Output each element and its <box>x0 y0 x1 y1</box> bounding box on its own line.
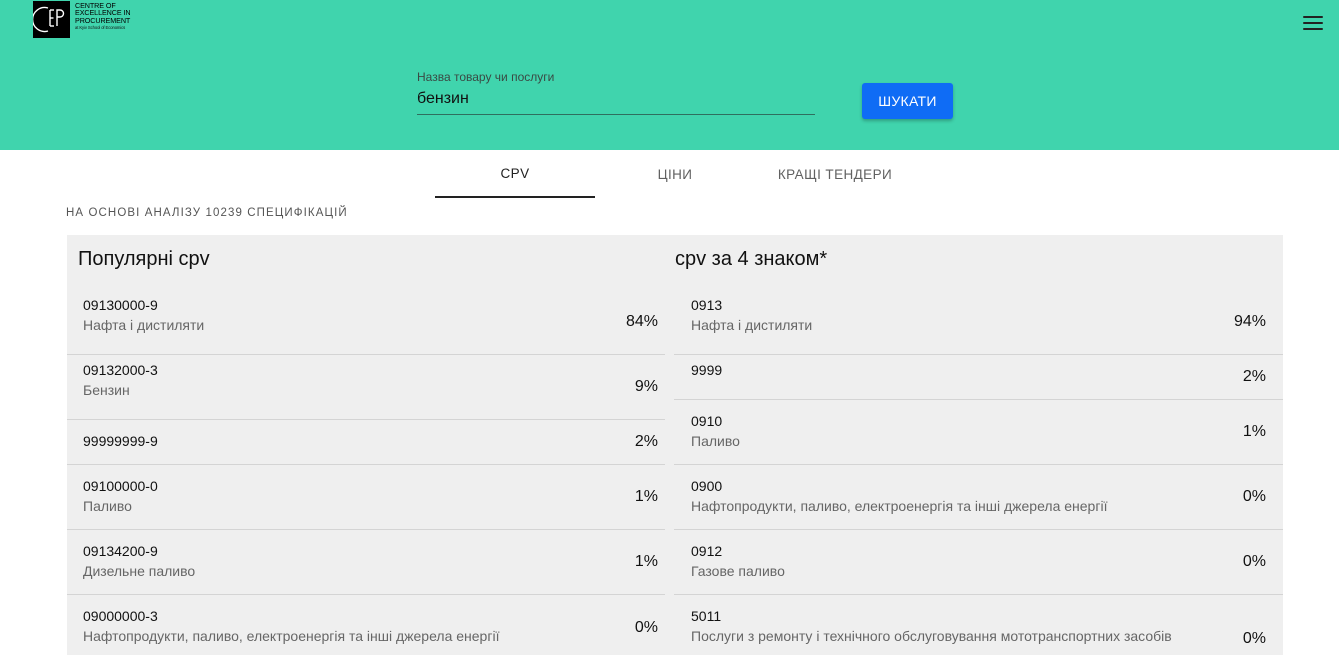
popular-cpv-title: Популярні cpv <box>78 248 210 270</box>
cpv-description: Дизельне паливо <box>83 563 196 579</box>
search-field: Назва товару чи послуги <box>417 70 815 115</box>
cpv-code: 0910 <box>691 413 723 429</box>
cpv-description: Бензин <box>83 382 130 398</box>
tab-prices[interactable]: ЦІНИ <box>595 150 755 198</box>
cep-logo[interactable]: CENTRE OF EXCELLENCE IN PROCUREMENT at K… <box>33 1 133 39</box>
app-header: CENTRE OF EXCELLENCE IN PROCUREMENT at K… <box>0 0 1339 150</box>
hamburger-menu-icon[interactable] <box>1303 16 1323 32</box>
cpv-row[interactable]: 9999 2% <box>674 355 1283 400</box>
cpv-code: 9999 <box>691 362 723 378</box>
cpv-row[interactable]: 5011 Послуги з ремонту і технічного обсл… <box>674 595 1283 660</box>
cpv-code: 5011 <box>691 608 722 624</box>
cpv-description: Нафта і дистиляти <box>691 317 813 333</box>
search-label: Назва товару чи послуги <box>417 70 555 84</box>
cpv-row[interactable]: 0900 Нафтопродукти, паливо, електроенерг… <box>674 465 1283 530</box>
logo-mark-icon <box>33 1 70 38</box>
analysis-caption: НА ОСНОВІ АНАЛІЗУ 10239 СПЕЦИФІКАЦІЙ <box>66 207 348 219</box>
tab-cpv[interactable]: CPV <box>435 150 595 198</box>
cpv-code: 09132000-3 <box>83 362 158 378</box>
cpv-percent: 9% <box>634 378 658 395</box>
cpv-description: Нафтопродукти, паливо, електроенергія та… <box>83 628 500 644</box>
cpv-row[interactable]: 09100000-0 Паливо 1% <box>67 465 665 530</box>
cpv-code: 0912 <box>691 543 723 559</box>
cpv-percent: 0% <box>1242 553 1266 570</box>
cpv-code: 09000000-3 <box>83 608 158 624</box>
logo-subtitle: at Kyiv School of Economics <box>75 25 126 31</box>
cpv-4-digit-title: cpv за 4 знаком* <box>675 248 828 270</box>
cpv-percent: 2% <box>634 433 658 450</box>
cpv-description: Газове паливо <box>691 563 785 579</box>
cpv-row[interactable]: 09130000-9 Нафта і дистиляти 84% <box>67 290 665 355</box>
cpv-row[interactable]: 09134200-9 Дизельне паливо 1% <box>67 530 665 595</box>
cpv-percent: 1% <box>634 553 658 570</box>
tabs-bar: CPV ЦІНИ КРАЩІ ТЕНДЕРИ <box>435 150 915 198</box>
cpv-code: 09130000-9 <box>83 297 158 313</box>
cpv-description: Паливо <box>691 433 740 449</box>
cpv-row[interactable]: 09132000-3 Бензин 9% <box>67 355 665 420</box>
cpv-description: Нафта і дистиляти <box>83 317 205 333</box>
cpv-code: 99999999-9 <box>83 433 158 449</box>
cpv-row[interactable]: 09000000-3 Нафтопродукти, паливо, електр… <box>67 595 665 660</box>
cpv-percent: 0% <box>634 619 658 636</box>
cpv-percent: 0% <box>1242 630 1266 647</box>
cpv-code: 0900 <box>691 478 723 494</box>
logo-text: CENTRE OF EXCELLENCE IN PROCUREMENT at K… <box>75 2 131 31</box>
cpv-percent: 2% <box>1242 368 1266 385</box>
cpv-percent: 84% <box>625 313 658 330</box>
cpv-code: 09134200-9 <box>83 543 158 559</box>
cpv-code: 0913 <box>691 297 723 313</box>
logo-line: PROCUREMENT <box>75 15 131 25</box>
cpv-row[interactable]: 0912 Газове паливо 0% <box>674 530 1283 595</box>
search-input[interactable] <box>417 90 815 115</box>
cpv-description: Паливо <box>83 498 132 514</box>
cpv-percent: 94% <box>1233 313 1266 330</box>
cpv-row[interactable]: 0913 Нафта і дистиляти 94% <box>674 290 1283 355</box>
cpv-row[interactable]: 99999999-9 2% <box>67 420 665 465</box>
cpv-description: Нафтопродукти, паливо, електроенергія та… <box>691 498 1108 514</box>
search-button[interactable]: ШУКАТИ <box>862 83 953 119</box>
cpv-code: 09100000-0 <box>83 478 158 494</box>
cpv-description: Послуги з ремонту і технічного обслугову… <box>691 628 1172 644</box>
cpv-percent: 1% <box>634 488 658 505</box>
cpv-4-digit-column: cpv за 4 знаком* 0913 Нафта і дистиляти … <box>674 235 1283 655</box>
cpv-panel: Популярні cpv 09130000-9 Нафта і дистиля… <box>67 235 1283 655</box>
cpv-percent: 1% <box>1242 423 1266 440</box>
tab-best-tenders[interactable]: КРАЩІ ТЕНДЕРИ <box>755 150 915 198</box>
cpv-row[interactable]: 0910 Паливо 1% <box>674 400 1283 465</box>
cpv-percent: 0% <box>1242 488 1266 505</box>
popular-cpv-column: Популярні cpv 09130000-9 Нафта і дистиля… <box>67 235 665 655</box>
